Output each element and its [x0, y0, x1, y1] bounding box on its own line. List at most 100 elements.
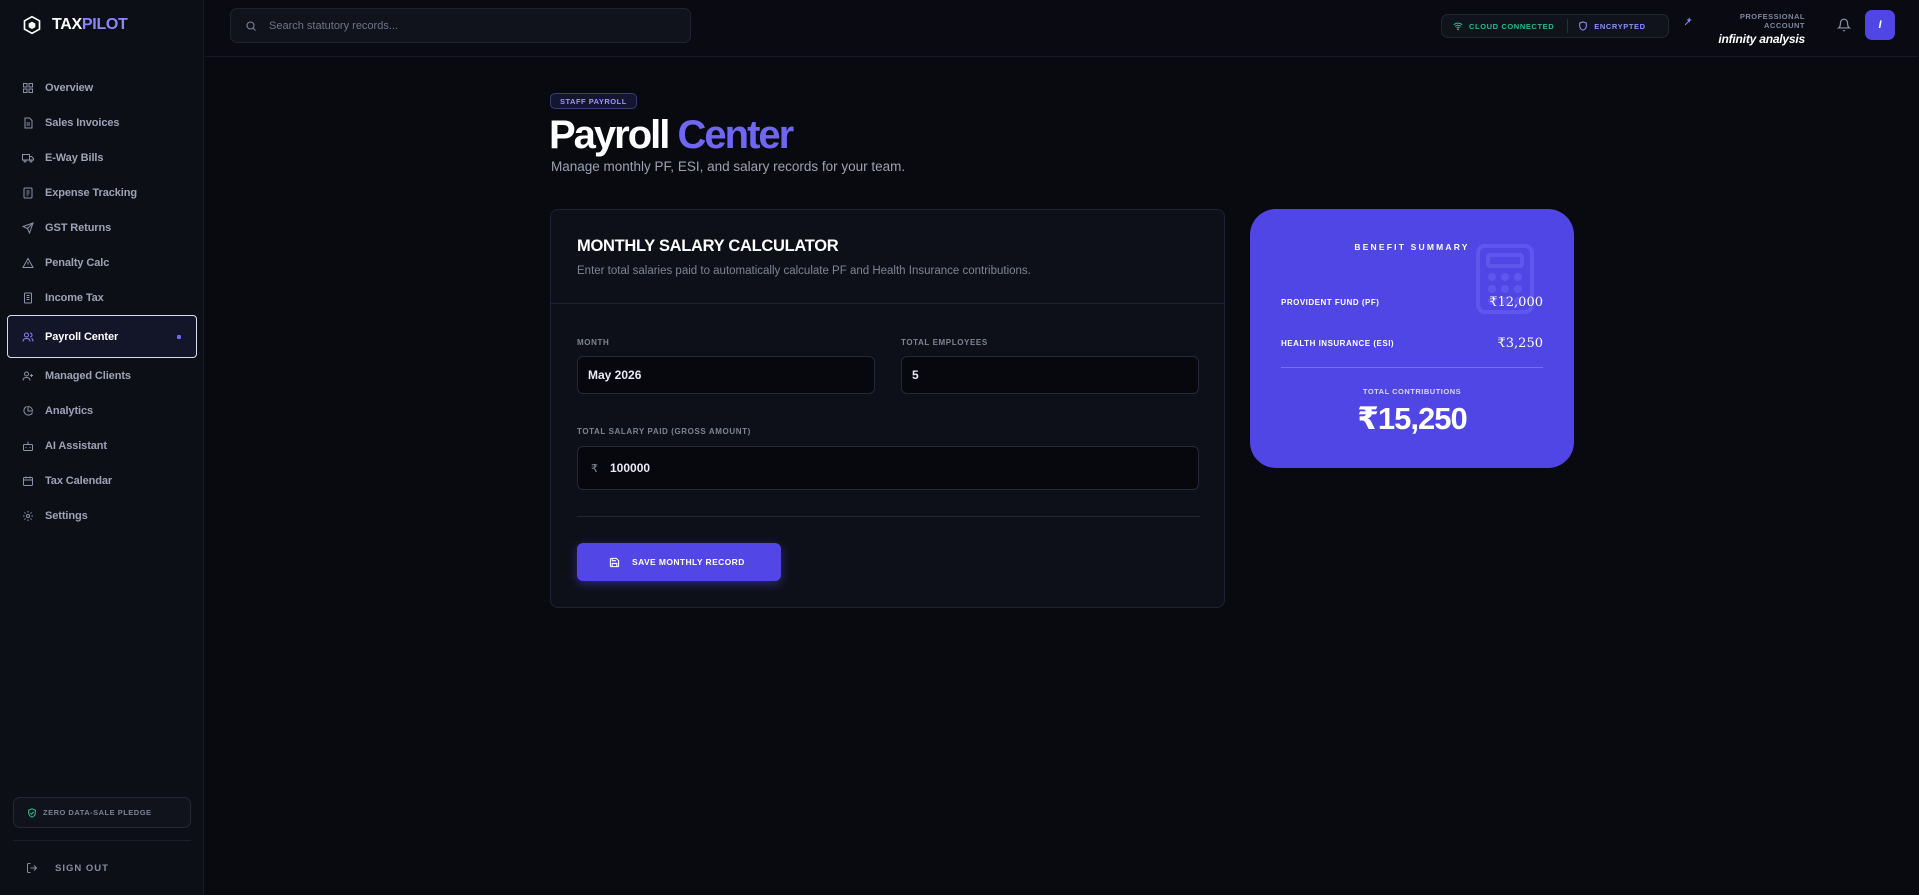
- employees-label: TOTAL EMPLOYEES: [901, 338, 988, 347]
- sidebar-item-label: GST Returns: [45, 221, 112, 234]
- sidebar-item-analytics[interactable]: Analytics: [8, 393, 196, 428]
- sidebar-item-label: Income Tax: [45, 291, 104, 304]
- calculator-title: MONTHLY SALARY CALCULATOR: [577, 237, 839, 255]
- page-title-main: Payroll: [549, 113, 670, 157]
- sidebar-item-tax-calendar[interactable]: Tax Calendar: [8, 463, 196, 498]
- total-contributions-value: ₹15,250: [1357, 401, 1467, 436]
- account-name: infinity analysis: [1718, 32, 1805, 46]
- sidebar-item-label: E-Way Bills: [45, 151, 104, 164]
- pledge-label: ZERO DATA-SALE PLEDGE: [43, 808, 152, 817]
- salary-calculator-card: MONTHLY SALARY CALCULATOR Enter total sa…: [550, 209, 1225, 608]
- zero-data-sale-pledge-badge: ZERO DATA-SALE PLEDGE: [13, 797, 191, 828]
- search-bar[interactable]: [230, 8, 691, 43]
- esi-row: HEALTH INSURANCE (ESI) ₹3,250: [1281, 336, 1543, 351]
- account-type: PROFESSIONAL ACCOUNT: [1684, 12, 1805, 30]
- sidebar-item-label: Expense Tracking: [45, 186, 137, 199]
- sidebar-item-e-way-bills[interactable]: E-Way Bills: [8, 140, 196, 175]
- sidebar-item-label: Analytics: [45, 404, 94, 417]
- page-title-accent: Center: [677, 113, 795, 157]
- calendar-icon: [23, 476, 33, 486]
- sidebar-item-label: Penalty Calc: [45, 256, 110, 269]
- form-divider: [577, 516, 1200, 517]
- save-monthly-record-button[interactable]: SAVE MONTHLY RECORD: [577, 543, 781, 581]
- file-icon: [24, 292, 32, 303]
- grid-icon: [23, 82, 33, 93]
- sidebar-item-settings[interactable]: Settings: [8, 498, 196, 533]
- encryption-status: ENCRYPTED: [1578, 21, 1645, 31]
- employees-value: 5: [912, 368, 919, 382]
- sidebar-item-overview[interactable]: Overview: [8, 70, 196, 105]
- send-icon: [22, 221, 34, 234]
- pf-row: PROVIDENT FUND (PF) ₹12,000: [1281, 295, 1543, 310]
- employees-field[interactable]: 5: [901, 356, 1199, 394]
- avatar[interactable]: I: [1865, 10, 1895, 40]
- sign-out-label: SIGN OUT: [55, 862, 109, 874]
- salary-field[interactable]: ₹ 100000: [577, 446, 1199, 490]
- sidebar-item-managed-clients[interactable]: Managed Clients: [8, 358, 196, 393]
- sign-out-button[interactable]: SIGN OUT: [26, 862, 109, 874]
- esi-value: ₹3,250: [1497, 336, 1544, 351]
- cloud-status: CLOUD CONNECTED: [1453, 21, 1554, 31]
- pf-label: PROVIDENT FUND (PF): [1281, 298, 1380, 307]
- sidebar-item-label: Tax Calendar: [45, 474, 113, 487]
- save-button-label: SAVE MONTHLY RECORD: [632, 557, 745, 567]
- month-label: MONTH: [577, 338, 610, 347]
- sidebar-item-label: Payroll Center: [45, 330, 119, 343]
- wifi-icon: [1453, 22, 1463, 31]
- status-separator: [1567, 19, 1569, 33]
- benefit-summary-title: BENEFIT SUMMARY: [1354, 242, 1470, 252]
- hexagon-logo-icon: [23, 15, 41, 35]
- bell-icon[interactable]: [1837, 18, 1851, 32]
- section-badge: STAFF PAYROLL: [550, 93, 637, 109]
- users-icon: [22, 332, 34, 342]
- month-value: May 2026: [588, 368, 642, 382]
- sidebar-item-penalty-calc[interactable]: Penalty Calc: [8, 245, 196, 280]
- user-plus-icon: [22, 371, 33, 381]
- sidebar-item-income-tax[interactable]: Income Tax: [8, 280, 196, 315]
- rupee-icon: ₹: [591, 462, 598, 475]
- benefit-summary-card: BENEFIT SUMMARY PROVIDENT FUND (PF) ₹12,…: [1250, 209, 1574, 468]
- active-indicator-dot: [177, 334, 181, 339]
- brand-name: TAXPILOT: [52, 16, 128, 33]
- sidebar-divider: [13, 840, 191, 841]
- bot-icon: [23, 441, 33, 451]
- page-title: Payroll Center: [549, 113, 795, 158]
- account-type-label: PROFESSIONAL ACCOUNT: [1739, 12, 1805, 30]
- shield-check-icon: [28, 807, 36, 818]
- pf-value: ₹12,000: [1489, 295, 1543, 310]
- esi-label: HEALTH INSURANCE (ESI): [1281, 339, 1395, 348]
- month-field[interactable]: May 2026: [577, 356, 875, 394]
- sidebar-item-sales-invoices[interactable]: Sales Invoices: [8, 105, 196, 140]
- encryption-status-label: ENCRYPTED: [1594, 21, 1646, 31]
- pie-chart-icon: [23, 405, 34, 416]
- salary-value: 100000: [610, 461, 651, 475]
- receipt-icon: [23, 187, 33, 198]
- salary-label: TOTAL SALARY PAID (GROSS AMOUNT): [577, 427, 751, 436]
- sidebar-nav: Overview Sales Invoices E-Way Bills Expe…: [7, 70, 197, 533]
- sidebar-item-label: AI Assistant: [45, 439, 107, 452]
- sidebar-item-expense-tracking[interactable]: Expense Tracking: [8, 175, 196, 210]
- brand-logo[interactable]: TAXPILOT: [22, 15, 128, 35]
- account-info[interactable]: PROFESSIONAL ACCOUNT infinity analysis: [1684, 12, 1805, 46]
- search-input[interactable]: [269, 19, 649, 32]
- page-subtitle: Manage monthly PF, ESI, and salary recor…: [551, 159, 906, 174]
- shield-icon: [1579, 21, 1588, 31]
- calculator-description: Enter total salaries paid to automatical…: [577, 265, 1031, 277]
- logout-icon: [27, 863, 38, 873]
- top-bar: CLOUD CONNECTED ENCRYPTED PROFESSIONAL A…: [205, 0, 1919, 57]
- sidebar-item-label: Sales Invoices: [45, 116, 120, 129]
- sidebar-item-ai-assistant[interactable]: AI Assistant: [8, 428, 196, 463]
- sidebar-item-gst-returns[interactable]: GST Returns: [8, 210, 196, 245]
- connection-status-pill: CLOUD CONNECTED ENCRYPTED: [1441, 14, 1669, 38]
- cloud-status-label: CLOUD CONNECTED: [1469, 21, 1555, 31]
- truck-icon: [22, 153, 34, 162]
- sidebar-item-label: Managed Clients: [45, 369, 131, 382]
- sidebar-item-payroll-center[interactable]: Payroll Center: [7, 315, 197, 358]
- benefit-divider: [1281, 367, 1543, 368]
- sidebar-item-label: Settings: [45, 509, 88, 522]
- warning-icon: [22, 256, 34, 268]
- document-icon: [24, 117, 33, 128]
- save-icon: [609, 557, 620, 567]
- sidebar-item-label: Overview: [45, 81, 94, 94]
- gear-icon: [23, 510, 33, 521]
